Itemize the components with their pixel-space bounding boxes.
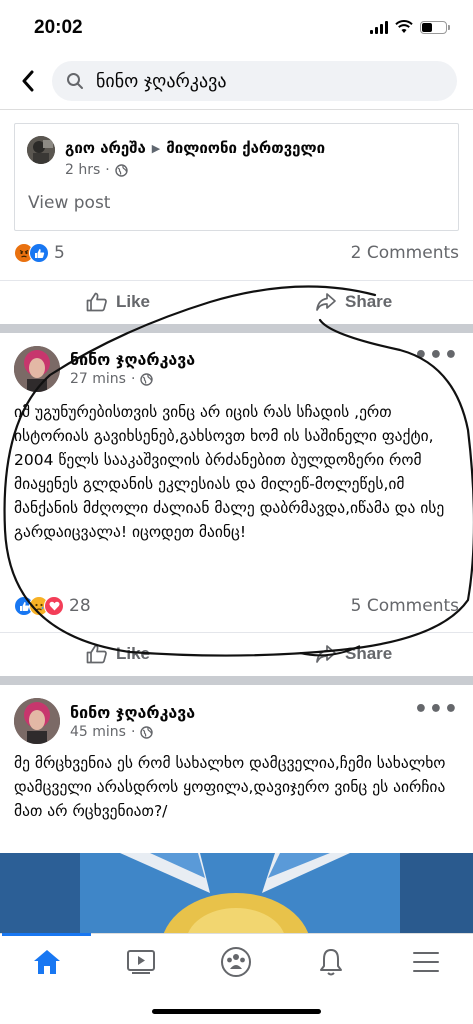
home-indicator xyxy=(152,1009,321,1014)
like-button[interactable]: Like xyxy=(86,644,150,664)
more-options-button[interactable]: ••• xyxy=(414,343,459,368)
shared-post-card[interactable]: გიო არეშა ▶ მილიონი ქართველი 2 hrs · Vie… xyxy=(14,123,459,231)
battery-icon xyxy=(420,20,450,34)
post-reactions: 28 5 Comments xyxy=(0,588,473,628)
post-time[interactable]: 27 mins xyxy=(70,371,126,387)
share-icon xyxy=(316,293,336,311)
share-label: Share xyxy=(345,292,393,311)
post-meta: 45 mins · xyxy=(70,724,154,740)
post-author-name[interactable]: ნინო ჯღარკავა xyxy=(70,703,195,722)
share-label: Share xyxy=(345,644,393,663)
wifi-icon xyxy=(395,20,413,33)
avatar[interactable] xyxy=(27,136,55,164)
globe-icon xyxy=(115,163,128,177)
like-button[interactable]: Like xyxy=(86,292,150,312)
search-query: ნინო ჯღარკავა xyxy=(96,70,227,92)
like-label: Like xyxy=(116,644,151,663)
arrow-right-icon: ▶ xyxy=(151,141,161,155)
like-icon xyxy=(86,644,107,664)
search-input[interactable]: ნინო ჯღარკავა xyxy=(52,61,457,101)
chevron-left-icon xyxy=(22,70,34,92)
shared-post-actions: Like Share xyxy=(0,280,473,324)
status-time: 20:02 xyxy=(34,17,83,38)
view-post-link[interactable]: View post xyxy=(28,193,110,213)
share-icon xyxy=(316,645,336,663)
tab-notifications[interactable] xyxy=(301,944,361,980)
more-icon: ••• xyxy=(413,343,459,368)
share-button[interactable]: Share xyxy=(315,644,392,664)
reaction-count: 5 xyxy=(54,243,65,263)
tab-menu[interactable] xyxy=(396,944,456,980)
post-text: მე მრცხვენია ეს რომ სახალხო დამცველია,ჩე… xyxy=(14,754,446,820)
avatar[interactable] xyxy=(14,698,60,744)
shared-post-header: გიო არეშა ▶ მილიონი ქართველი xyxy=(65,139,325,157)
avatar[interactable] xyxy=(14,346,60,392)
shared-author-name[interactable]: გიო არეშა xyxy=(65,139,146,157)
shared-post-reactions: 5 2 Comments xyxy=(0,235,473,275)
reaction-count: 28 xyxy=(69,596,91,616)
home-icon xyxy=(34,950,60,974)
menu-icon xyxy=(413,952,439,972)
share-button[interactable]: Share xyxy=(315,292,392,312)
more-icon: ••• xyxy=(413,697,459,722)
more-options-button[interactable]: ••• xyxy=(414,697,459,722)
post-time[interactable]: 2 hrs xyxy=(65,162,100,178)
active-tab-indicator xyxy=(2,933,91,936)
feed-divider xyxy=(0,676,473,685)
globe-icon xyxy=(140,372,154,386)
post-text: იმ უგუნურებისთვის ვინც არ იცის რას სჩადი… xyxy=(14,403,445,541)
tab-home[interactable] xyxy=(17,944,77,980)
search-header: ნინო ჯღარკავა xyxy=(0,52,473,110)
post-author-name[interactable]: ნინო ჯღარკავა xyxy=(70,350,195,369)
like-label: Like xyxy=(116,292,151,311)
tab-groups[interactable] xyxy=(206,944,266,980)
video-icon xyxy=(127,950,155,974)
comments-count[interactable]: 2 Comments xyxy=(351,243,459,263)
post-actions: Like Share xyxy=(0,632,473,676)
reaction-summary[interactable]: 28 xyxy=(14,596,91,616)
status-bar: 20:02 xyxy=(0,0,473,52)
like-reaction-icon xyxy=(29,243,49,263)
shared-post-meta: 2 hrs · xyxy=(65,162,128,178)
status-icons xyxy=(370,20,450,34)
tab-watch[interactable] xyxy=(111,944,171,980)
bell-icon xyxy=(320,949,342,976)
signal-icon xyxy=(370,20,388,34)
post-meta: 27 mins · xyxy=(70,371,154,387)
post-image[interactable] xyxy=(0,853,473,943)
search-icon xyxy=(67,73,83,89)
back-button[interactable] xyxy=(14,66,42,96)
globe-icon xyxy=(140,725,154,739)
like-icon xyxy=(86,292,107,312)
feed-divider xyxy=(0,324,473,333)
love-reaction-icon xyxy=(44,596,64,616)
comments-count[interactable]: 5 Comments xyxy=(351,596,459,616)
groups-icon xyxy=(221,947,251,977)
reaction-summary[interactable]: 5 xyxy=(14,243,65,263)
post-time[interactable]: 45 mins xyxy=(70,724,126,740)
shared-group-name[interactable]: მილიონი ქართველი xyxy=(166,139,325,157)
